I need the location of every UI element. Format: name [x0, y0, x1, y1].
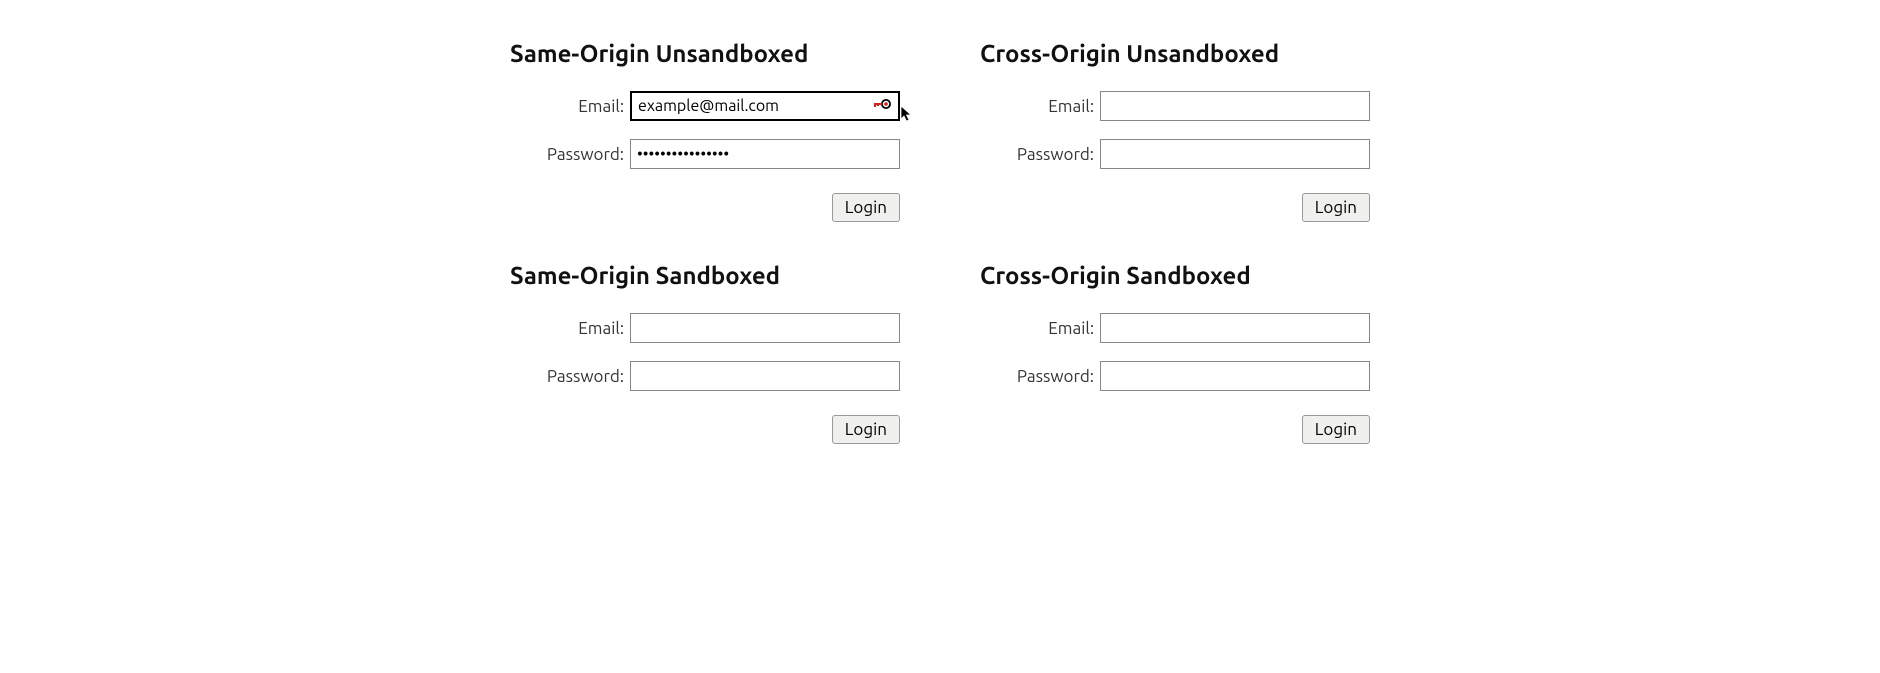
form-heading: Same-Origin Unsandboxed	[510, 40, 900, 67]
login-button[interactable]: Login	[1302, 193, 1370, 222]
email-row: Email:	[510, 91, 900, 121]
login-button[interactable]: Login	[832, 415, 900, 444]
cursor-icon	[900, 105, 914, 127]
email-row: Email:	[980, 91, 1370, 121]
password-field[interactable]	[630, 361, 900, 391]
form-same-origin-unsandboxed: Same-Origin Unsandboxed Email:	[510, 40, 900, 222]
email-input-wrap	[630, 91, 900, 121]
button-row: Login	[980, 415, 1370, 444]
password-label: Password:	[547, 367, 624, 386]
email-field[interactable]	[1100, 313, 1370, 343]
password-field[interactable]	[1100, 361, 1370, 391]
password-row: Password:	[980, 139, 1370, 169]
form-same-origin-sandboxed: Same-Origin Sandboxed Email: Password: L…	[510, 262, 900, 444]
email-label: Email:	[578, 97, 624, 116]
email-row: Email:	[510, 313, 900, 343]
password-label: Password:	[1017, 367, 1094, 386]
form-heading: Cross-Origin Sandboxed	[980, 262, 1370, 289]
email-label: Email:	[578, 319, 624, 338]
password-row: Password:	[510, 361, 900, 391]
form-heading: Cross-Origin Unsandboxed	[980, 40, 1370, 67]
form-heading: Same-Origin Sandboxed	[510, 262, 900, 289]
form-cross-origin-unsandboxed: Cross-Origin Unsandboxed Email: Password…	[980, 40, 1370, 222]
form-cross-origin-sandboxed: Cross-Origin Sandboxed Email: Password: …	[980, 262, 1370, 444]
button-row: Login	[980, 193, 1370, 222]
email-label: Email:	[1048, 319, 1094, 338]
login-button[interactable]: Login	[832, 193, 900, 222]
email-field[interactable]	[630, 313, 900, 343]
password-label: Password:	[1017, 145, 1094, 164]
password-label: Password:	[547, 145, 624, 164]
email-row: Email:	[980, 313, 1370, 343]
forms-grid: Same-Origin Unsandboxed Email:	[510, 40, 1370, 444]
button-row: Login	[510, 415, 900, 444]
email-label: Email:	[1048, 97, 1094, 116]
email-field[interactable]	[630, 91, 900, 121]
login-button[interactable]: Login	[1302, 415, 1370, 444]
password-row: Password:	[510, 139, 900, 169]
button-row: Login	[510, 193, 900, 222]
password-row: Password:	[980, 361, 1370, 391]
email-field[interactable]	[1100, 91, 1370, 121]
password-field[interactable]	[1100, 139, 1370, 169]
password-field[interactable]	[630, 139, 900, 169]
